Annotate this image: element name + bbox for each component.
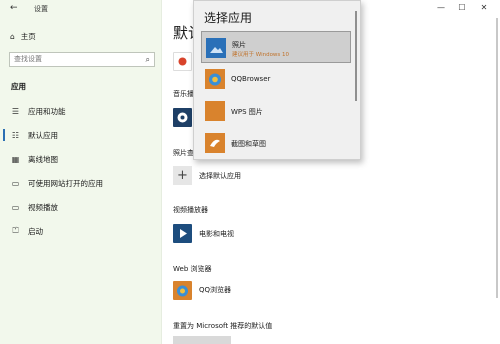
option-name: WPS 图片 <box>231 108 263 116</box>
photos-icon <box>206 38 226 58</box>
web-browser-label: Web 浏览器 <box>173 265 212 273</box>
option-name: QQBrowser <box>231 75 271 83</box>
sidebar-item-default-apps[interactable]: ☷ 默认应用 <box>0 127 160 143</box>
map-app-icon[interactable] <box>173 52 192 71</box>
website-apps-icon: ▭ <box>11 178 20 188</box>
sidebar-item-label: 可使用网站打开的应用 <box>28 178 103 188</box>
sidebar-item-label: 默认应用 <box>28 130 58 140</box>
movies-tv-icon[interactable] <box>173 224 192 243</box>
video-player-label: 视频播放器 <box>173 206 208 214</box>
sidebar-item-apps-features[interactable]: ☰ 应用和功能 <box>0 103 160 119</box>
window-title: 设置 <box>34 5 48 13</box>
video-app-label[interactable]: 电影和电视 <box>199 229 234 239</box>
choose-default-label[interactable]: 选择默认应用 <box>199 171 241 181</box>
reset-button[interactable] <box>173 336 231 344</box>
option-subtitle: 建议用于 Windows 10 <box>232 52 290 58</box>
sidebar-item-label: 视频播放 <box>28 202 58 212</box>
option-photos[interactable]: 照片 建议用于 Windows 10 <box>201 31 351 63</box>
option-name: 截图和草图 <box>231 140 266 148</box>
sidebar-item-label: 离线地图 <box>28 154 58 164</box>
video-icon: ▭ <box>11 202 20 212</box>
qq-browser-icon[interactable] <box>173 281 192 300</box>
offline-map-icon: ▦ <box>11 154 20 164</box>
search-input[interactable] <box>14 55 134 63</box>
startup-icon: ⏍ <box>12 226 19 235</box>
maximize-button[interactable]: ☐ <box>456 3 468 12</box>
search-icon[interactable]: ⌕ <box>146 55 150 65</box>
add-icon[interactable]: + <box>173 166 192 185</box>
default-apps-icon: ☷ <box>11 130 20 140</box>
section-title: 应用 <box>11 82 26 91</box>
back-arrow-icon[interactable]: ← <box>10 3 18 13</box>
option-name: 照片 <box>232 41 246 49</box>
option-qqbrowser[interactable]: QQBrowser <box>201 63 351 95</box>
minimize-button[interactable]: — <box>435 3 447 12</box>
sidebar-item-website-apps[interactable]: ▭ 可使用网站打开的应用 <box>0 175 160 191</box>
home-link[interactable]: ⌂ 主页 <box>10 31 36 42</box>
close-button[interactable]: ✕ <box>478 3 490 12</box>
groove-music-icon[interactable] <box>173 108 192 127</box>
sidebar-item-label: 启动 <box>28 226 43 236</box>
wps-picture-icon <box>205 101 225 121</box>
web-app-label[interactable]: QQ浏览器 <box>199 285 231 295</box>
snip-sketch-icon <box>205 133 225 153</box>
sidebar-item-label: 应用和功能 <box>28 106 66 116</box>
option-snip-sketch[interactable]: 截图和草图 <box>201 127 351 159</box>
popup-title: 选择应用 <box>204 11 253 25</box>
home-icon: ⌂ <box>10 32 15 41</box>
sidebar-item-startup[interactable]: ⏍ 启动 <box>0 223 160 239</box>
reset-label: 重置为 Microsoft 推荐的默认值 <box>173 322 273 330</box>
home-label: 主页 <box>20 32 36 41</box>
qq-browser-icon <box>205 69 225 89</box>
scrollbar[interactable] <box>496 18 498 298</box>
sidebar-item-video[interactable]: ▭ 视频播放 <box>0 199 160 215</box>
popup-scrollbar[interactable] <box>355 11 357 101</box>
option-wps-picture[interactable]: WPS 图片 <box>201 95 351 127</box>
sidebar-item-offline-maps[interactable]: ▦ 离线地图 <box>0 151 160 167</box>
apps-list-icon: ☰ <box>11 106 20 116</box>
choose-app-popup: 选择应用 照片 建议用于 Windows 10 QQBrowser WPS 图片… <box>193 0 361 160</box>
search-box[interactable]: ⌕ <box>9 52 155 67</box>
